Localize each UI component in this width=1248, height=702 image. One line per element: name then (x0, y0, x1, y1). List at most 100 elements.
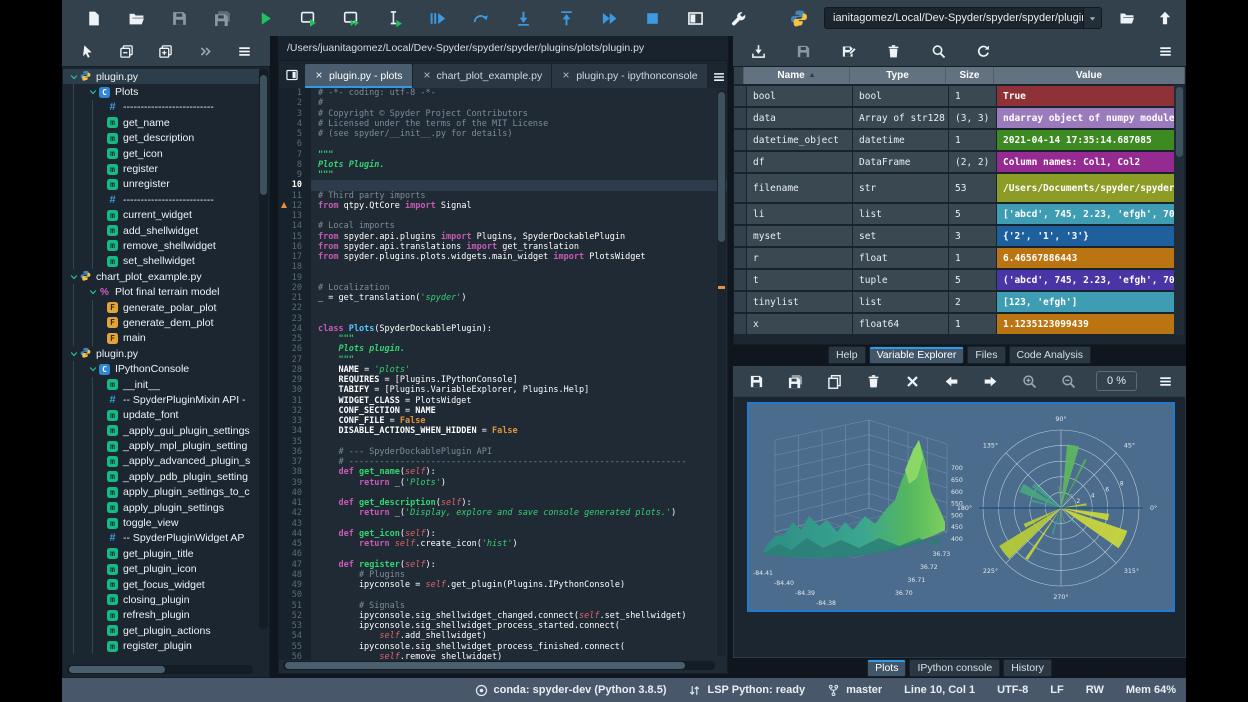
variable-table-scrollbar[interactable] (1174, 85, 1184, 335)
outline-item-main[interactable]: Fmain (63, 331, 259, 346)
status-memory[interactable]: Mem 64% (1126, 684, 1176, 696)
cell-value[interactable]: ndarray object of numpy module (997, 108, 1185, 128)
pane-tab-variable-explorer[interactable]: Variable Explorer (869, 346, 965, 364)
outline-item-closing_plugin[interactable]: mclosing_plugin (63, 592, 259, 607)
cell-size[interactable]: 1 (949, 86, 997, 106)
editor-tab-plugin-py-plots[interactable]: plugin.py - plots (305, 64, 413, 88)
line-number[interactable]: 50 (279, 590, 311, 600)
cell-type[interactable]: list (853, 204, 949, 224)
variable-row-tinylist[interactable]: tinylistlist2[123, 'efgh'] (734, 290, 1185, 312)
cell-name[interactable]: tinylist (747, 292, 853, 312)
pane-tab-history[interactable]: History (1003, 659, 1052, 677)
copy-plot-button[interactable] (823, 370, 845, 392)
cell-type[interactable]: set (853, 226, 949, 246)
editor-vertical-scrollbar[interactable] (717, 90, 726, 656)
cell-type[interactable]: float64 (853, 314, 949, 334)
editor-tab-plugin-py-ipythonconsole[interactable]: plugin.py - ipythonconsole (552, 64, 707, 88)
collapse-all-button[interactable] (116, 40, 138, 62)
line-number[interactable]: 12 (279, 201, 311, 211)
pane-tab-ipython-console[interactable]: IPython console (909, 659, 1000, 677)
status-eol[interactable]: LF (1050, 684, 1063, 696)
step-into-button[interactable] (512, 7, 534, 29)
debug-button[interactable] (426, 7, 448, 29)
cell-value[interactable]: {'2', '1', '3'} (997, 226, 1185, 246)
preferences-button[interactable] (727, 7, 749, 29)
next-plot-button[interactable] (979, 370, 1001, 392)
cell-size[interactable]: 1 (949, 130, 997, 150)
pane-tab-plots[interactable]: Plots (867, 659, 906, 677)
cell-size[interactable]: 5 (949, 204, 997, 224)
line-number[interactable]: 36 (279, 447, 311, 457)
line-number[interactable]: 35 (279, 437, 311, 447)
cell-value[interactable]: 1.1235123099439 (997, 314, 1185, 334)
outline-item-add_shellwidget[interactable]: madd_shellwidget (63, 223, 259, 238)
run-cell-advance-button[interactable] (340, 7, 362, 29)
variable-row-r[interactable]: rfloat16.46567886443 (734, 246, 1185, 268)
pane-tab-files[interactable]: Files (967, 346, 1005, 364)
column-header-size[interactable]: Size (946, 67, 994, 84)
working-directory-input[interactable]: ianitagomez/Local/Dev-Spyder/spyder/spyd… (824, 7, 1102, 29)
cell-type[interactable]: DataFrame (853, 152, 949, 172)
variable-row-t[interactable]: ttuple5('abcd', 745, 2.23, 'efgh', 70.2) (734, 268, 1185, 290)
line-number[interactable]: 38 (279, 467, 311, 477)
expander-chevron-icon[interactable] (86, 87, 99, 97)
outline-item-update_font[interactable]: mupdate_font (63, 408, 259, 423)
cell-name[interactable]: bool (747, 86, 853, 106)
run-selection-button[interactable] (383, 7, 405, 29)
variable-row-li[interactable]: lilist5['abcd', 745, 2.23, 'efgh', 70.2] (734, 202, 1185, 224)
outline-item-apply_plugin_settings_to_c[interactable]: mapply_plugin_settings_to_c (63, 485, 259, 500)
cell-name[interactable]: r (747, 248, 853, 268)
cell-size[interactable]: 2 (949, 292, 997, 312)
cell-type[interactable]: str (853, 174, 949, 202)
outline-item--[interactable]: #-------------------------- (63, 192, 259, 207)
browse-directory-button[interactable] (1116, 7, 1138, 29)
line-number[interactable]: 17 (279, 252, 311, 262)
cell-type[interactable]: Array of str128 (853, 108, 949, 128)
maximize-pane-button[interactable] (684, 7, 706, 29)
line-number[interactable]: 43 (279, 519, 311, 529)
status-conda[interactable]: conda: spyder-dev (Python 3.8.5) (475, 684, 667, 697)
line-number[interactable]: 4 (279, 119, 311, 129)
outline-item-remove_shellwidget[interactable]: mremove_shellwidget (63, 238, 259, 253)
outline-item-plugin-py[interactable]: plugin.py (63, 346, 259, 361)
cell-name[interactable]: t (747, 270, 853, 290)
variable-explorer-menu-button[interactable] (1154, 40, 1176, 62)
line-number[interactable]: 30 (279, 385, 311, 395)
outline-item-register_plugin[interactable]: mregister_plugin (63, 638, 259, 653)
save-button[interactable] (168, 7, 190, 29)
editor-tab-chart-plot-example-py[interactable]: chart_plot_example.py (413, 64, 553, 88)
line-number[interactable]: 7 (279, 150, 311, 160)
line-number[interactable]: 20 (279, 283, 311, 293)
column-header-name[interactable]: Name▲ (744, 67, 850, 84)
previous-plot-button[interactable] (940, 370, 962, 392)
outline-item-get_plugin_title[interactable]: mget_plugin_title (63, 546, 259, 561)
line-number[interactable]: 14 (279, 221, 311, 231)
run-cell-button[interactable] (297, 7, 319, 29)
cell-name[interactable]: df (747, 152, 853, 172)
outline-item-get_icon[interactable]: mget_icon (63, 146, 259, 161)
variable-row-myset[interactable]: mysetset3{'2', '1', '3'} (734, 224, 1185, 246)
line-number[interactable]: 18 (279, 262, 311, 272)
cell-type[interactable]: datetime (853, 130, 949, 150)
column-header-type[interactable]: Type (850, 67, 946, 84)
cell-value[interactable]: ('abcd', 745, 2.23, 'efgh', 70.2) (997, 270, 1185, 290)
line-number[interactable]: 8 (279, 160, 311, 170)
status-cursor-position[interactable]: Line 10, Col 1 (904, 684, 975, 696)
variable-row-data[interactable]: dataArray of str128(3, 3)ndarray object … (734, 106, 1185, 128)
cell-value[interactable]: 6.46567886443 (997, 248, 1185, 268)
outline-item-plot-final-terrain-model[interactable]: %Plot final terrain model (63, 284, 259, 299)
column-header-value[interactable]: Value (994, 67, 1185, 84)
cell-name[interactable]: filename (747, 174, 853, 202)
line-number[interactable]: 39 (279, 478, 311, 488)
cell-size[interactable]: 1 (949, 314, 997, 334)
outline-item-set_shellwidget[interactable]: mset_shellwidget (63, 254, 259, 269)
variable-row-bool[interactable]: boolbool1True (734, 84, 1185, 106)
cell-type[interactable]: tuple (853, 270, 949, 290)
line-number[interactable]: 45 (279, 539, 311, 549)
editor-options-menu-button[interactable] (708, 66, 730, 88)
line-number[interactable]: 2 (279, 98, 311, 108)
zoom-out-button[interactable] (1057, 370, 1079, 392)
line-number[interactable]: 49 (279, 580, 311, 590)
remove-variable-button[interactable] (882, 40, 904, 62)
line-number[interactable]: 9 (279, 170, 311, 180)
